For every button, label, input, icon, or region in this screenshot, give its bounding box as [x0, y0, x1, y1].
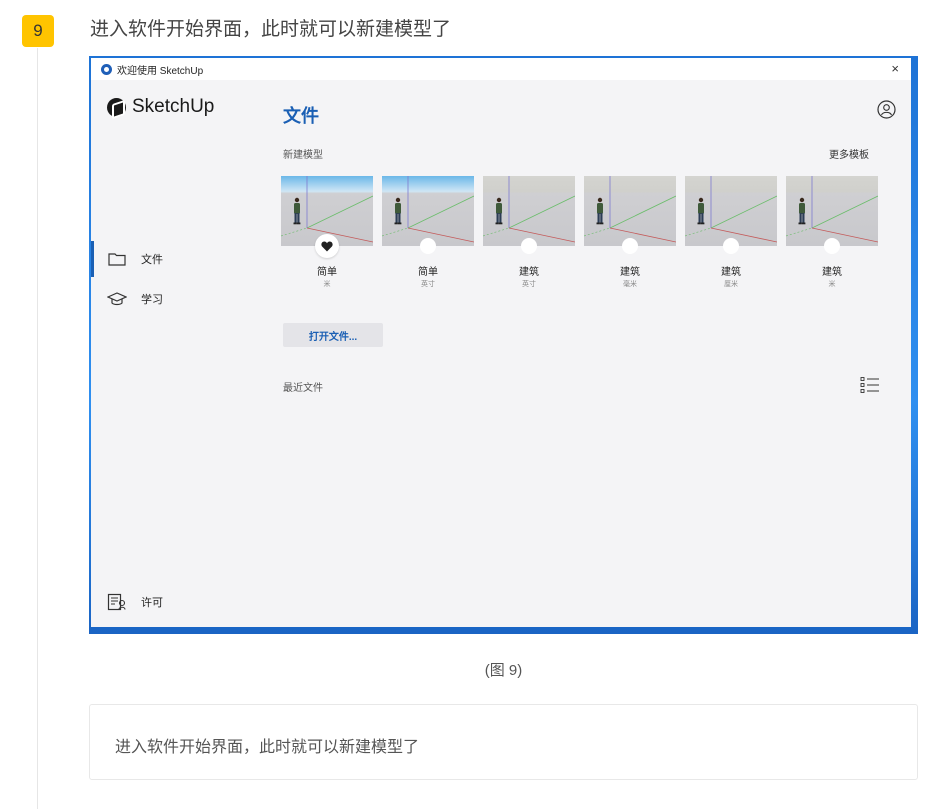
note-box: 进入软件开始界面，此时就可以新建模型了	[89, 704, 918, 780]
template-thumbnail	[584, 176, 676, 246]
open-file-button[interactable]: 打开文件...	[283, 323, 383, 347]
list-view-icon[interactable]	[860, 376, 880, 394]
template-unit: 毫米	[623, 281, 637, 288]
sidebar-item-learn[interactable]: 学习	[91, 281, 263, 317]
template-thumbnail	[685, 176, 777, 246]
template-unit: 英寸	[421, 281, 435, 288]
template-thumbnail	[786, 176, 878, 246]
template-card[interactable]: 简单 米	[281, 176, 373, 288]
sketchup-welcome-window: 欢迎使用 SketchUp × SketchUp 文件 学习 许可 文件 新建模…	[91, 58, 911, 627]
recent-files-label: 最近文件	[283, 383, 323, 394]
template-name: 建筑	[822, 267, 842, 278]
template-name: 建筑	[721, 267, 741, 278]
template-unit: 米	[323, 281, 331, 288]
template-unit: 米	[828, 281, 836, 288]
page-title: 文件	[283, 106, 319, 126]
window-title: 欢迎使用 SketchUp	[117, 65, 204, 77]
sidebar-item-label: 学习	[141, 294, 163, 306]
window-titlebar: 欢迎使用 SketchUp ×	[91, 58, 911, 80]
heart-icon[interactable]	[315, 234, 339, 258]
step-timeline-line	[37, 48, 38, 809]
figure-caption: (图 9)	[484, 662, 523, 679]
more-templates-link[interactable]: 更多模板	[829, 146, 869, 161]
template-unit: 厘米	[724, 281, 738, 288]
favorite-toggle-icon[interactable]	[420, 238, 436, 254]
sketchup-logo-icon	[107, 97, 126, 117]
sidebar-item-label: 许可	[141, 597, 163, 609]
new-model-label: 新建模型	[283, 150, 323, 161]
template-unit: 英寸	[522, 281, 536, 288]
sidebar-item-files[interactable]: 文件	[91, 241, 263, 277]
close-icon[interactable]: ×	[891, 61, 899, 76]
sidebar-item-license[interactable]: 许可	[91, 584, 263, 620]
template-card[interactable]: 建筑 米	[786, 176, 878, 288]
user-profile-icon[interactable]	[877, 100, 896, 119]
sketchup-app-icon	[101, 63, 112, 75]
folder-icon	[107, 251, 127, 267]
brand-name: SketchUp	[132, 96, 215, 117]
favorite-toggle-icon[interactable]	[723, 238, 739, 254]
note-text: 进入软件开始界面，此时就可以新建模型了	[115, 739, 420, 756]
screenshot-frame: 欢迎使用 SketchUp × SketchUp 文件 学习 许可 文件 新建模…	[89, 56, 918, 634]
sketchup-logo: SketchUp	[107, 96, 214, 118]
template-card[interactable]: 建筑 厘米	[685, 176, 777, 288]
favorite-toggle-icon[interactable]	[622, 238, 638, 254]
sidebar-item-label: 文件	[141, 254, 163, 266]
template-card[interactable]: 建筑 英寸	[483, 176, 575, 288]
graduation-cap-icon	[107, 291, 127, 307]
sidebar: SketchUp 文件 学习 许可	[91, 80, 263, 627]
template-name: 简单	[317, 267, 337, 278]
template-card[interactable]: 建筑 毫米	[584, 176, 676, 288]
favorite-toggle-icon[interactable]	[824, 238, 840, 254]
favorite-toggle-icon[interactable]	[521, 238, 537, 254]
step-title: 进入软件开始界面，此时就可以新建模型了	[90, 19, 452, 40]
license-icon	[107, 593, 127, 611]
template-name: 简单	[418, 267, 438, 278]
template-card[interactable]: 简单 英寸	[382, 176, 474, 288]
template-thumbnail	[382, 176, 474, 246]
step-number-badge: 9	[22, 15, 54, 47]
template-name: 建筑	[519, 267, 539, 278]
template-thumbnail	[483, 176, 575, 246]
template-name: 建筑	[620, 267, 640, 278]
